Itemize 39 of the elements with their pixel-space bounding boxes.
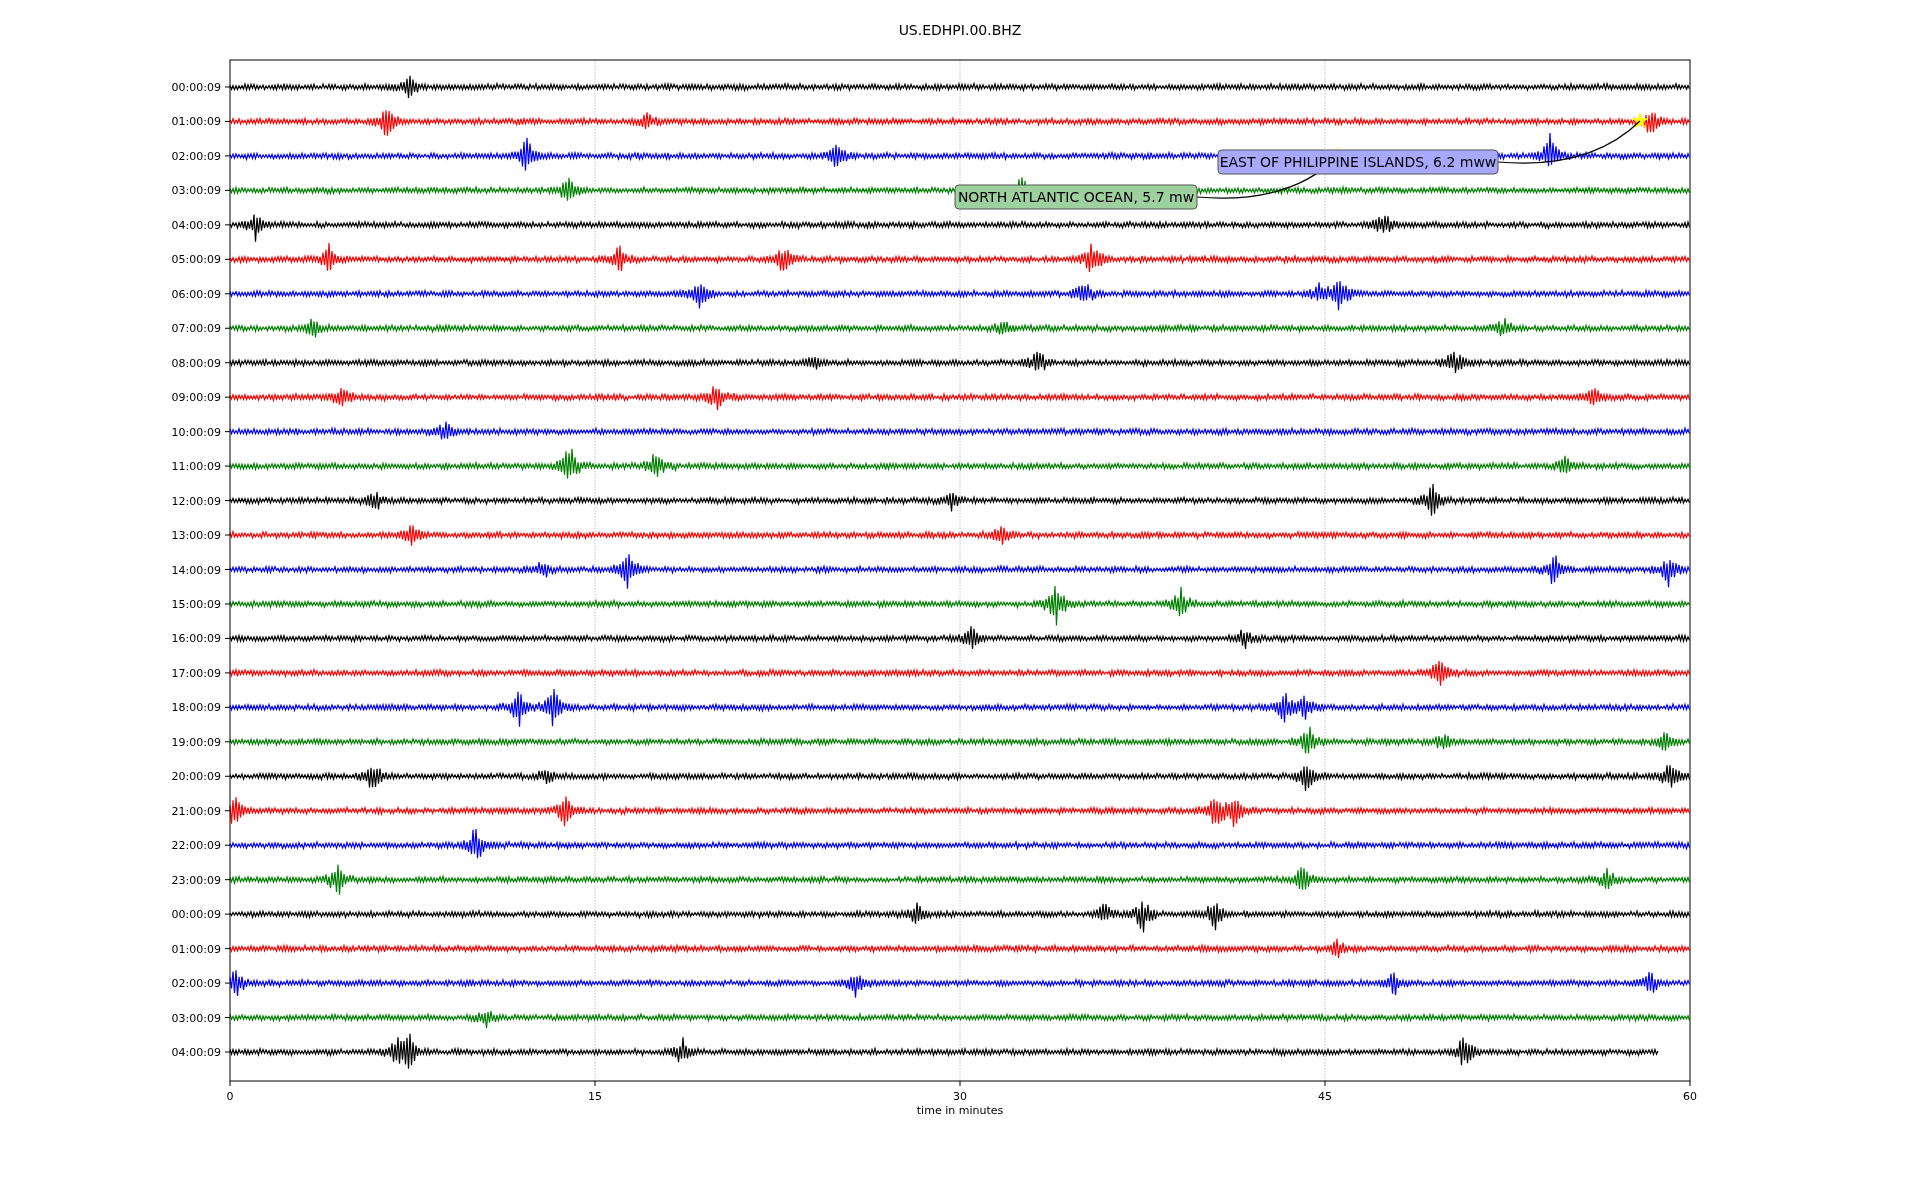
x-tick-label: 0: [226, 1090, 234, 1103]
x-tick-label: 15: [588, 1090, 602, 1103]
x-tick-label: 45: [1318, 1090, 1332, 1103]
y-tick-label: 00:00:09: [171, 908, 221, 922]
y-tick-label: 15:00:09: [171, 597, 221, 611]
event-label: NORTH ATLANTIC OCEAN, 5.7 mw: [957, 189, 1195, 205]
y-tick-label: 04:00:09: [171, 1046, 221, 1059]
y-tick-label: 01:00:09: [171, 115, 221, 129]
star-icon: [1631, 112, 1649, 129]
x-axis-label: time in minutes: [916, 1104, 1004, 1117]
y-tick-label: 12:00:09: [171, 494, 221, 508]
y-tick-label: 11:00:09: [171, 460, 221, 474]
y-tick-label: 06:00:09: [171, 287, 221, 301]
y-tick-label: 02:00:09: [171, 149, 221, 163]
y-tick-label: 16:00:09: [171, 632, 221, 646]
event-label: EAST OF PHILIPPINE ISLANDS, 6.2 mww: [1219, 154, 1497, 170]
y-tick-label: 13:00:09: [171, 529, 221, 543]
y-tick-label: 21:00:09: [171, 804, 221, 818]
y-tick-label: 04:00:09: [171, 218, 221, 232]
y-tick-label: 19:00:09: [171, 735, 221, 749]
y-tick-label: 00:00:09: [171, 81, 221, 94]
y-tick-label: 02:00:09: [171, 977, 221, 991]
x-tick-label: 30: [953, 1090, 967, 1103]
y-tick-label: 07:00:09: [171, 322, 221, 336]
x-tick-label: 60: [1683, 1090, 1697, 1103]
y-tick-label: 09:00:09: [171, 391, 221, 405]
chart-title: US.EDHPI.00.BHZ: [898, 22, 1022, 38]
y-tick-label: 20:00:09: [171, 770, 221, 784]
y-tick-label: 14:00:09: [171, 563, 221, 577]
y-tick-label: 10:00:09: [171, 425, 221, 439]
y-tick-label: 18:00:09: [171, 701, 221, 715]
y-tick-label: 17:00:09: [171, 666, 221, 680]
y-tick-label: 23:00:09: [171, 873, 221, 887]
y-tick-label: 03:00:09: [171, 1011, 221, 1025]
y-tick-label: 03:00:09: [171, 184, 221, 198]
y-tick-label: 22:00:09: [171, 839, 221, 853]
y-tick-label: 05:00:09: [171, 253, 221, 267]
y-tick-label: 01:00:09: [171, 942, 221, 956]
y-tick-label: 08:00:09: [171, 356, 221, 370]
